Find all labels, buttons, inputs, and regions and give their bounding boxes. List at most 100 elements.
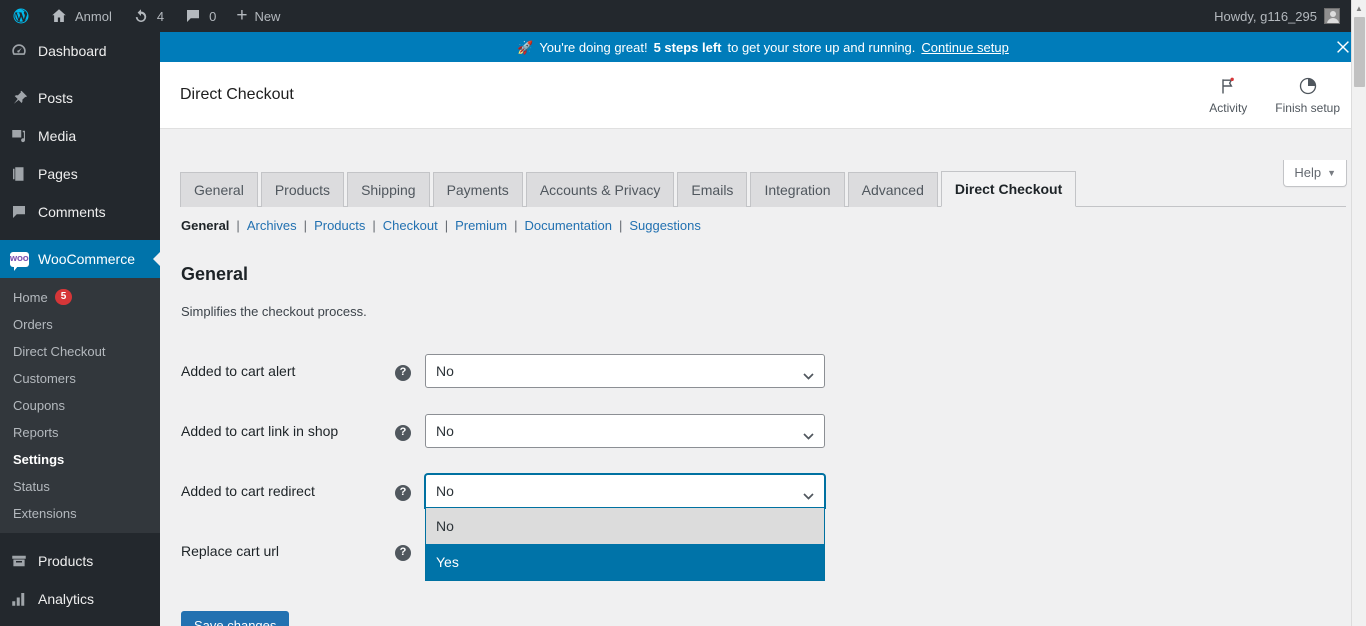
sidebar-subitem-home[interactable]: Home 5 xyxy=(0,283,160,311)
banner-suffix: to get your store up and running. xyxy=(727,39,916,55)
page-scrollbar[interactable]: ▲ xyxy=(1351,0,1366,626)
sidebar-subitem-label: Settings xyxy=(13,452,65,467)
banner-message: 🚀 You're doing great! 5 steps left to ge… xyxy=(517,40,1009,55)
sidebar-item-media[interactable]: Media xyxy=(0,117,160,155)
products-box-icon xyxy=(9,551,29,571)
sidebar-item-dashboard[interactable]: Dashboard xyxy=(0,32,160,70)
dropdown-option-yes[interactable]: Yes xyxy=(426,544,824,581)
tab-accounts-privacy[interactable]: Accounts & Privacy xyxy=(525,172,675,207)
store-setup-banner: 🚀 You're doing great! 5 steps left to ge… xyxy=(160,32,1366,62)
wordpress-logo-icon[interactable] xyxy=(0,0,40,32)
help-tip-icon[interactable]: ? xyxy=(395,484,411,501)
finish-setup-button[interactable]: Finish setup xyxy=(1263,71,1352,119)
media-icon xyxy=(9,126,29,146)
select-value: No xyxy=(436,483,454,500)
help-tip-icon[interactable]: ? xyxy=(395,424,411,441)
subnav-archives[interactable]: Archives xyxy=(247,218,297,233)
banner-prefix: You're doing great! xyxy=(539,39,648,55)
sidebar-item-woocommerce[interactable]: WOO WooCommerce xyxy=(0,240,160,278)
subnav-documentation[interactable]: Documentation xyxy=(524,218,611,233)
tab-general[interactable]: General xyxy=(180,172,258,207)
tab-products[interactable]: Products xyxy=(260,172,345,207)
tab-shipping[interactable]: Shipping xyxy=(347,172,430,207)
sidebar-subitem-label: Home xyxy=(13,289,48,305)
home-icon xyxy=(52,9,66,22)
header-action-label: Finish setup xyxy=(1275,101,1340,115)
banner-close-button[interactable] xyxy=(1334,32,1352,62)
sidebar-subitem-customers[interactable]: Customers xyxy=(0,365,160,392)
select-value: No xyxy=(436,423,454,440)
subnav-separator: | xyxy=(236,218,240,233)
chevron-down-icon xyxy=(803,367,814,381)
tab-advanced[interactable]: Advanced xyxy=(847,172,938,207)
adminbar-updates[interactable]: 4 xyxy=(122,0,174,32)
comment-bubble-icon xyxy=(187,10,200,22)
bar-chart-icon xyxy=(9,589,29,609)
adminbar-comments[interactable]: 0 xyxy=(174,0,226,32)
setting-row-added-to-cart-alert: Added to cart alert ? No xyxy=(180,341,1346,401)
sidebar-subitem-status[interactable]: Status xyxy=(0,473,160,500)
help-tip-icon[interactable]: ? xyxy=(395,364,411,381)
sidebar-subitem-orders[interactable]: Orders xyxy=(0,311,160,338)
setting-label: Added to cart alert xyxy=(181,363,296,380)
dropdown-option-no[interactable]: No xyxy=(426,508,824,545)
tab-emails[interactable]: Emails xyxy=(677,172,748,207)
subnav-checkout[interactable]: Checkout xyxy=(383,218,438,233)
subnav-suggestions[interactable]: Suggestions xyxy=(629,218,701,233)
rocket-icon: 🚀 xyxy=(517,39,534,55)
flag-icon xyxy=(1218,75,1238,97)
help-tip-icon[interactable]: ? xyxy=(395,544,411,561)
header-actions: Activity Finish setup xyxy=(1197,71,1366,119)
section-title: General xyxy=(181,264,249,284)
woocommerce-submenu: Home 5 Orders Direct Checkout Customers … xyxy=(0,278,160,533)
banner-steps-left: 5 steps left xyxy=(653,39,722,55)
added-to-cart-redirect-select[interactable]: No No Yes xyxy=(425,474,825,582)
subnav-separator: | xyxy=(618,218,623,233)
setting-row-added-to-cart-link-in-shop: Added to cart link in shop ? No xyxy=(180,401,1346,461)
added-to-cart-alert-select[interactable]: No xyxy=(425,354,825,389)
admin-bar: Anmol 4 0 + New Howdy, g116_295 xyxy=(0,0,1366,32)
adminbar-new-content[interactable]: + New xyxy=(226,0,290,32)
sidebar-subitem-reports[interactable]: Reports xyxy=(0,419,160,446)
progress-circle-icon xyxy=(1298,75,1318,97)
select-dropdown-list: No Yes xyxy=(425,508,825,582)
sidebar-item-pages[interactable]: Pages xyxy=(0,155,160,193)
scroll-up-arrow-icon[interactable]: ▲ xyxy=(1352,0,1366,16)
adminbar-site-name[interactable]: Anmol xyxy=(40,0,122,32)
activity-panel-button[interactable]: Activity xyxy=(1197,71,1259,119)
adminbar-new-label: New xyxy=(254,8,281,24)
updates-icon xyxy=(135,9,147,22)
submit-row: Save changes xyxy=(180,611,1346,626)
avatar-icon xyxy=(1324,8,1340,24)
sidebar-item-marketing[interactable]: Marketing xyxy=(0,618,160,626)
continue-setup-link[interactable]: Continue setup xyxy=(921,40,1008,55)
tab-payments[interactable]: Payments xyxy=(432,172,523,207)
save-changes-button[interactable]: Save changes xyxy=(181,611,290,626)
content-area: 🚀 You're doing great! 5 steps left to ge… xyxy=(160,32,1366,626)
scrollbar-thumb[interactable] xyxy=(1354,17,1365,87)
sidebar-item-posts[interactable]: Posts xyxy=(0,79,160,117)
added-to-cart-link-in-shop-select[interactable]: No xyxy=(425,414,825,449)
sidebar-subitem-label: Extensions xyxy=(13,506,77,521)
subnav-products[interactable]: Products xyxy=(314,218,365,233)
adminbar-my-account[interactable]: Howdy, g116_295 xyxy=(1204,0,1350,32)
admin-sidebar-menu: Dashboard Posts Media Pages Comments WOO… xyxy=(0,32,160,626)
subnav-general[interactable]: General xyxy=(181,218,229,233)
tab-direct-checkout[interactable]: Direct Checkout xyxy=(940,171,1077,207)
tab-integration[interactable]: Integration xyxy=(750,172,845,207)
plus-icon: + xyxy=(236,4,248,26)
sidebar-subitem-direct-checkout[interactable]: Direct Checkout xyxy=(0,338,160,365)
sidebar-item-products[interactable]: Products xyxy=(0,542,160,580)
subnav-separator: | xyxy=(514,218,518,233)
sidebar-item-comments[interactable]: Comments xyxy=(0,193,160,231)
wordpress-logo-icon xyxy=(13,8,29,24)
sidebar-subitem-coupons[interactable]: Coupons xyxy=(0,392,160,419)
subnav-premium[interactable]: Premium xyxy=(455,218,507,233)
sidebar-subitem-extensions[interactable]: Extensions xyxy=(0,500,160,527)
select-value: No xyxy=(436,363,454,380)
help-tab-button[interactable]: Help ▼ xyxy=(1283,160,1347,187)
home-count-badge: 5 xyxy=(54,289,73,305)
sidebar-subitem-settings[interactable]: Settings xyxy=(0,446,160,473)
sidebar-item-analytics[interactable]: Analytics xyxy=(0,580,160,618)
adminbar-updates-count: 4 xyxy=(156,8,165,24)
